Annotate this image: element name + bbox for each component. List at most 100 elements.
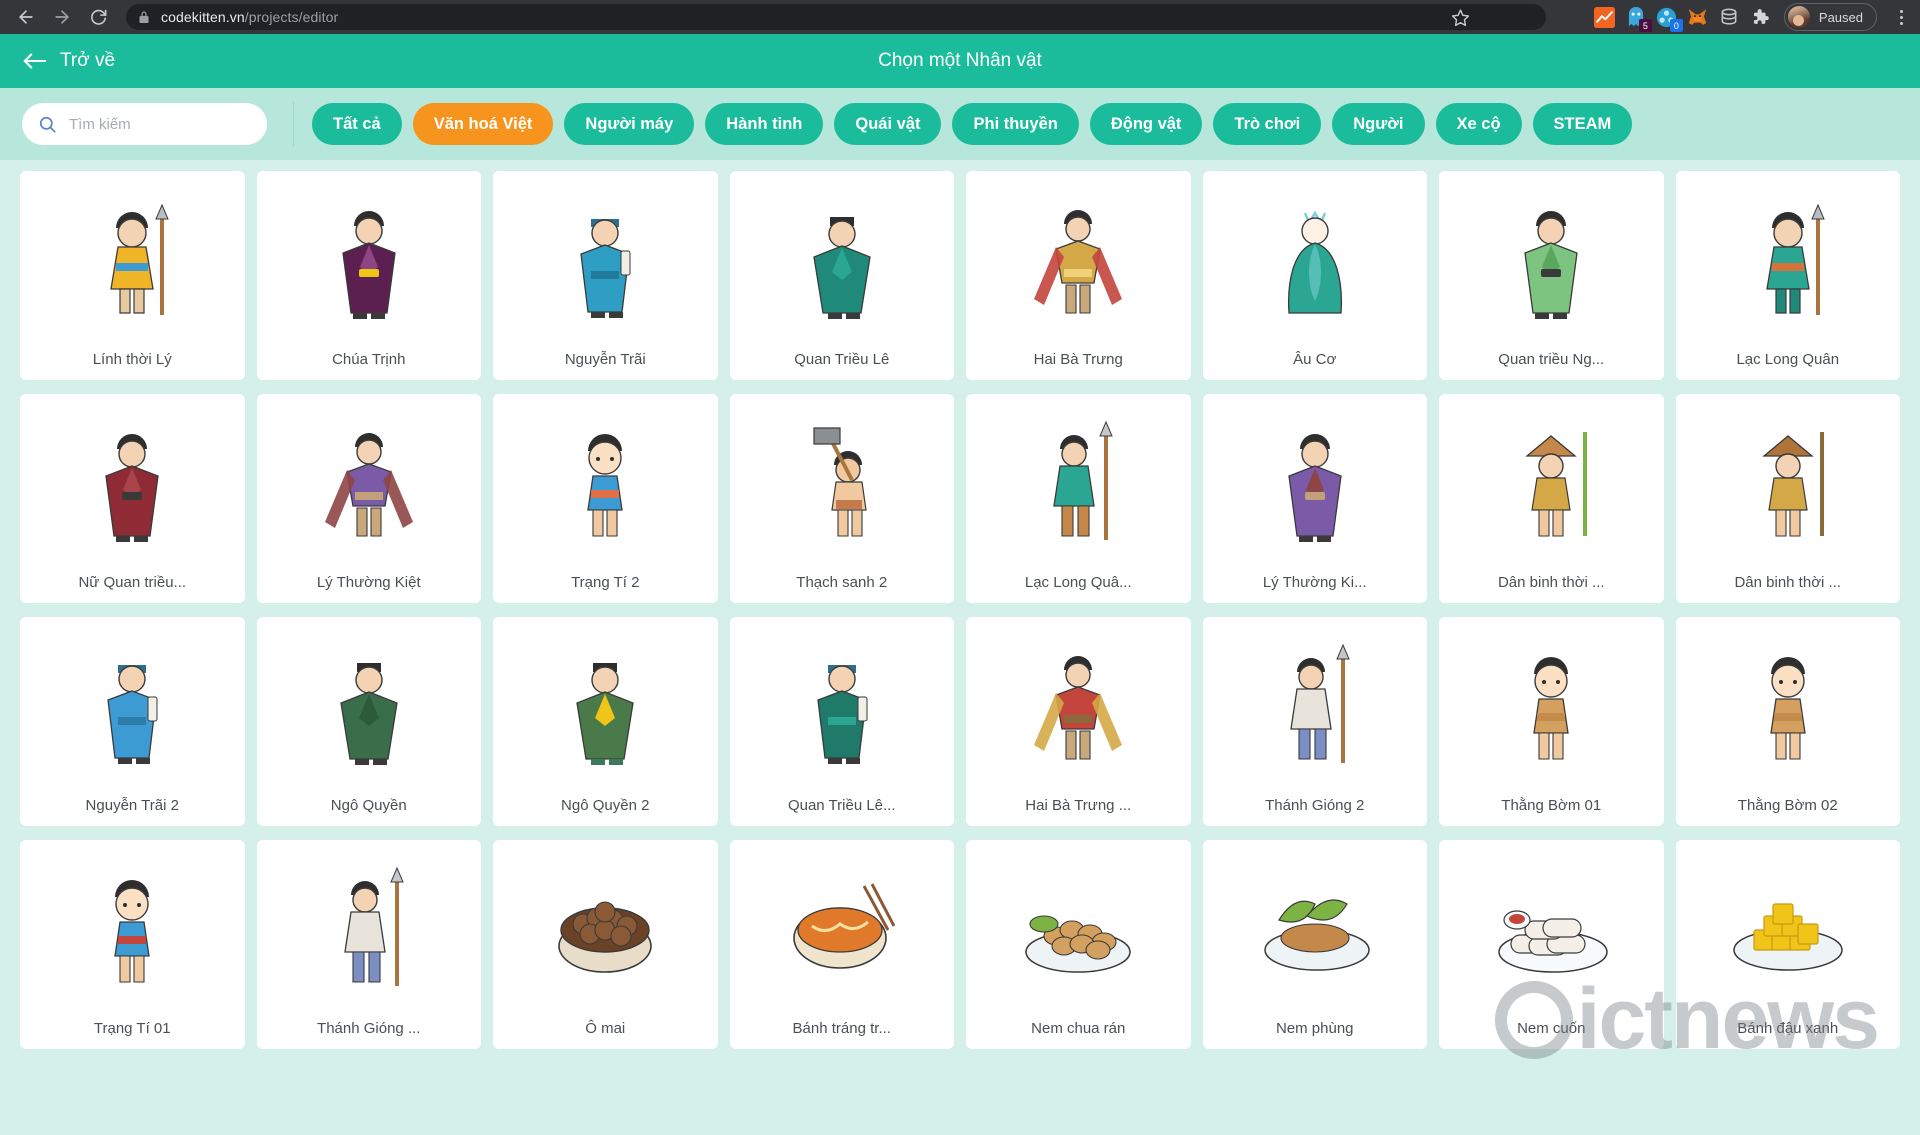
sprite-card[interactable]: Nguyễn Trãi bbox=[493, 171, 718, 380]
extensions-puzzle-icon[interactable] bbox=[1749, 6, 1771, 28]
sprite-card[interactable]: Ngô Quyền bbox=[256, 617, 482, 826]
sprite-card[interactable]: Chúa Trịnh bbox=[256, 171, 481, 380]
sprite-card[interactable]: Thánh Gióng 2 bbox=[1202, 617, 1427, 826]
sprite-label: Chúa Trịnh bbox=[332, 350, 406, 368]
lock-icon bbox=[138, 10, 150, 24]
sprite-card[interactable]: Quan Triều Lê... bbox=[729, 617, 955, 826]
sprite-label: Trạng Tí 01 bbox=[93, 1019, 171, 1037]
sprite-label: Lý Thường Kiệt bbox=[316, 573, 421, 591]
chip-4[interactable]: Quái vật bbox=[834, 103, 942, 145]
sprite-card[interactable]: Lạc Long Quâ... bbox=[966, 394, 1191, 603]
sprite-label: Âu Cơ bbox=[1293, 350, 1337, 368]
sprite-thumbnail-warrior-icon bbox=[966, 171, 1191, 338]
sprite-thumbnail-robe-icon bbox=[1203, 394, 1428, 561]
ghostery-extension-icon[interactable]: 5 bbox=[1625, 6, 1652, 32]
search-input[interactable] bbox=[69, 115, 251, 133]
sprite-card[interactable]: Trạng Tí 01 bbox=[20, 840, 245, 1049]
sprite-thumbnail-official-icon bbox=[257, 617, 482, 784]
sprite-label: Quan triều Ng... bbox=[1498, 350, 1605, 368]
toolbar-divider bbox=[293, 102, 294, 146]
sprite-card[interactable]: Bánh đậu xanh bbox=[1675, 840, 1900, 1049]
sprite-card[interactable]: Thằng Bờm 01 bbox=[1439, 617, 1664, 826]
sprite-card[interactable]: Lạc Long Quân bbox=[1675, 171, 1900, 380]
sprite-thumbnail-bowl-noodle-icon bbox=[730, 840, 955, 1007]
sprite-label: Hai Bà Trưng bbox=[1033, 350, 1123, 368]
back-button[interactable]: Trở về bbox=[22, 50, 115, 72]
sprite-label: Thằng Bờm 02 bbox=[1737, 796, 1838, 814]
sprite-label: Dân binh thời ... bbox=[1497, 573, 1605, 591]
chip-3[interactable]: Hành tinh bbox=[705, 103, 824, 145]
analytics-extension-icon[interactable] bbox=[1594, 6, 1616, 28]
sprite-card[interactable]: Quan Triều Lê bbox=[729, 171, 954, 380]
sprite-label: Lính thời Lý bbox=[92, 350, 172, 368]
sprite-card[interactable]: Dân binh thời ... bbox=[1675, 394, 1901, 603]
search-box[interactable] bbox=[22, 103, 267, 145]
sprite-card[interactable]: Nguyễn Trãi 2 bbox=[20, 617, 245, 826]
browser-forward-button[interactable] bbox=[47, 2, 77, 32]
sprite-label: Lạc Long Quân bbox=[1736, 350, 1840, 368]
sprite-thumbnail-scholar-icon bbox=[730, 617, 955, 784]
sprite-label: Nem cuốn bbox=[1517, 1019, 1586, 1037]
chip-8[interactable]: Người bbox=[1332, 103, 1425, 145]
url-host: codekitten.vn bbox=[161, 9, 245, 25]
sprite-card[interactable]: Nem phùng bbox=[1202, 840, 1427, 1049]
sprite-card[interactable]: Lý Thường Ki... bbox=[1202, 394, 1428, 603]
chip-1[interactable]: Văn hoá Việt bbox=[412, 103, 554, 145]
address-bar[interactable]: codekitten.vn/projects/editor bbox=[126, 4, 1546, 30]
chip-7[interactable]: Trò chơi bbox=[1213, 103, 1322, 145]
sprite-card[interactable]: Hai Bà Trưng bbox=[966, 171, 1191, 380]
sprite-thumbnail-farmer-icon bbox=[1676, 394, 1901, 561]
sprite-label: Thạch sanh 2 bbox=[796, 573, 888, 591]
sprite-label: Nữ Quan triều... bbox=[78, 573, 187, 591]
browser-back-button[interactable] bbox=[11, 2, 41, 32]
page-title: Chọn một Nhân vật bbox=[878, 50, 1042, 71]
app-header: Trở về Chọn một Nhân vật bbox=[0, 34, 1920, 88]
chip-9[interactable]: Xe cộ bbox=[1435, 103, 1522, 145]
sprite-label: Dân binh thời ... bbox=[1734, 573, 1842, 591]
sprite-thumbnail-official-icon bbox=[493, 617, 718, 784]
sprite-card[interactable]: Âu Cơ bbox=[1202, 171, 1427, 380]
sprite-thumbnail-farmer-icon bbox=[1439, 394, 1664, 561]
sprite-label: Nem chua rán bbox=[1031, 1019, 1126, 1037]
database-extension-icon[interactable] bbox=[1718, 6, 1740, 28]
profile-chip[interactable]: Paused bbox=[1783, 3, 1877, 31]
sprite-card[interactable]: Lính thời Lý bbox=[20, 171, 245, 380]
sprite-thumbnail-boy-icon bbox=[493, 394, 718, 561]
sprite-card[interactable]: Quan triều Ng... bbox=[1439, 171, 1664, 380]
three-dot-menu-icon[interactable] bbox=[1890, 3, 1912, 31]
sprite-thumbnail-robe-icon bbox=[1439, 171, 1664, 338]
chip-2[interactable]: Người máy bbox=[564, 103, 695, 145]
sprite-card[interactable]: Nem chua rán bbox=[966, 840, 1191, 1049]
sprite-thumbnail-robe-icon bbox=[20, 394, 245, 561]
sprite-label: Thánh Gióng ... bbox=[317, 1019, 421, 1037]
sprite-card[interactable]: Ô mai bbox=[493, 840, 718, 1049]
chip-10[interactable]: STEAM bbox=[1532, 103, 1633, 145]
sprite-card[interactable]: Hai Bà Trưng ... bbox=[966, 617, 1191, 826]
sprite-label: Lý Thường Ki... bbox=[1262, 573, 1367, 591]
sprite-card[interactable]: Nem cuốn bbox=[1439, 840, 1664, 1049]
chip-5[interactable]: Phi thuyền bbox=[952, 103, 1079, 145]
back-label: Trở về bbox=[60, 50, 116, 71]
chip-0[interactable]: Tất cả bbox=[312, 103, 402, 145]
chip-6[interactable]: Động vật bbox=[1089, 103, 1203, 145]
browser-reload-button[interactable] bbox=[83, 2, 113, 32]
sprite-card[interactable]: Thánh Gióng ... bbox=[256, 840, 481, 1049]
sprite-card[interactable]: Trạng Tí 2 bbox=[493, 394, 718, 603]
puzzle-blue-badge: 0 bbox=[1669, 19, 1683, 32]
puzzle-blue-extension-icon[interactable]: 0 bbox=[1656, 6, 1683, 32]
sprite-label: Nguyễn Trãi 2 bbox=[85, 796, 179, 814]
bookmark-star-icon[interactable] bbox=[1446, 3, 1474, 31]
sprite-card[interactable]: Thạch sanh 2 bbox=[729, 394, 954, 603]
metamask-fox-extension-icon[interactable] bbox=[1687, 6, 1709, 28]
sprite-card[interactable]: Lý Thường Kiệt bbox=[256, 394, 481, 603]
arrow-left-icon bbox=[22, 52, 46, 70]
sprite-card[interactable]: Nữ Quan triều... bbox=[20, 394, 245, 603]
sprite-card[interactable]: Ngô Quyền 2 bbox=[493, 617, 718, 826]
sprite-thumbnail-boy-icon bbox=[1676, 617, 1901, 784]
sprite-grid: Lính thời Lý Chúa Trịnh Nguyễn Trãi Quan… bbox=[20, 171, 1900, 1049]
sprite-card[interactable]: Thằng Bờm 02 bbox=[1675, 617, 1901, 826]
sprite-card[interactable]: Bánh tráng tr... bbox=[729, 840, 955, 1049]
sprite-card[interactable]: Dân binh thời ... bbox=[1439, 394, 1664, 603]
profile-label: Paused bbox=[1818, 9, 1863, 25]
sprite-thumbnail-soldier-icon bbox=[20, 171, 245, 338]
